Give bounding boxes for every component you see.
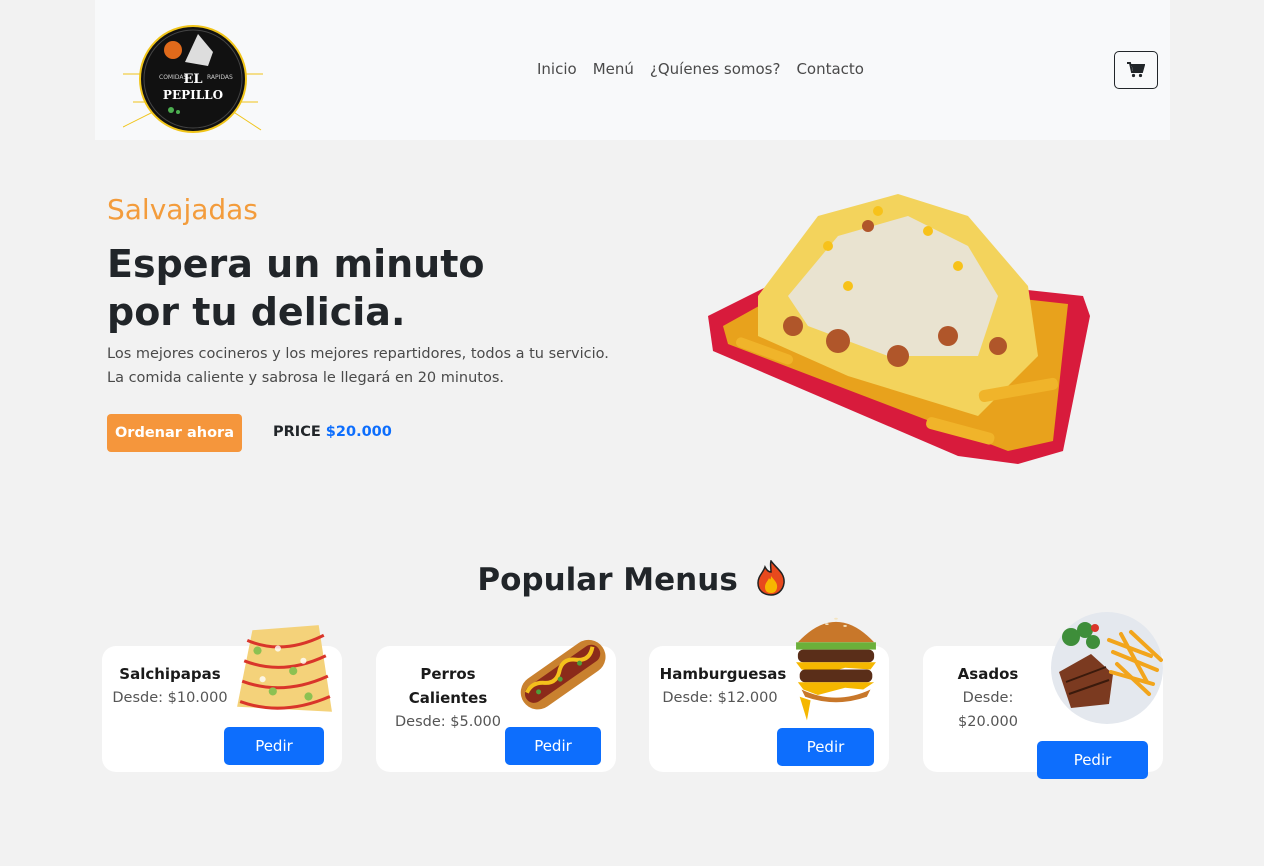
popular-title-text: Popular Menus	[477, 562, 738, 598]
nav-link-menu[interactable]: Menú	[593, 60, 634, 78]
order-button-hamburguesas[interactable]: Pedir	[777, 728, 874, 766]
nav-links: Inicio Menú ¿Quíenes somos? Contacto	[537, 60, 864, 78]
salchipapas-image	[237, 625, 332, 712]
card-name: Hamburguesas	[659, 665, 787, 683]
asados-image	[1051, 612, 1163, 724]
card-price: Desde: $10.000	[112, 690, 228, 706]
card-price: Desde: $5.000	[395, 714, 501, 730]
price-label: PRICE	[273, 424, 321, 440]
card-price: Desde: $12.000	[662, 690, 778, 706]
perros-calientes-image	[520, 639, 606, 710]
el-pepillo-logo[interactable]: COMIDAS RAPIDAS EL PEPILLO	[123, 22, 263, 134]
order-button-salchipapas[interactable]: Pedir	[224, 727, 324, 765]
hero-subtitle: Salvajadas	[107, 193, 258, 226]
nav-link-contacto[interactable]: Contacto	[796, 60, 864, 78]
logo-line2: PEPILLO	[163, 88, 223, 102]
logo-line1: EL	[183, 72, 202, 87]
order-button-perros-calientes[interactable]: Pedir	[505, 727, 601, 765]
card-name: Salchipapas	[119, 665, 221, 683]
salvajadas-image	[708, 194, 1090, 464]
order-now-button[interactable]: Ordenar ahora	[107, 414, 242, 452]
fire-icon	[756, 559, 785, 596]
order-button-asados[interactable]: Pedir	[1037, 741, 1148, 779]
hamburguesa-image	[796, 617, 876, 721]
nav-link-inicio[interactable]: Inicio	[537, 60, 577, 78]
hero-title-line2: por tu delicia.	[107, 290, 406, 334]
navbar: COMIDAS RAPIDAS EL PEPILLO Inicio Menú ¿…	[95, 0, 1170, 140]
hero-title: Espera un minuto por tu delicia.	[107, 240, 587, 336]
card-price: Desde: $20.000	[958, 690, 1018, 730]
price-value: $20.000	[325, 424, 392, 440]
cart-button[interactable]	[1114, 51, 1158, 89]
cart-icon	[1127, 62, 1145, 78]
hero-price: PRICE $20.000	[273, 424, 392, 440]
card-name: Asados	[957, 665, 1019, 683]
nav-link-quienes-somos[interactable]: ¿Quíenes somos?	[650, 60, 781, 78]
logo-small-right: RAPIDAS	[207, 74, 233, 81]
popular-menus-title: Popular Menus	[0, 559, 1264, 598]
card-name: Perros Calientes	[408, 665, 488, 707]
hero-title-line1: Espera un minuto	[107, 242, 485, 286]
hero-description: Los mejores cocineros y los mejores repa…	[107, 346, 609, 386]
